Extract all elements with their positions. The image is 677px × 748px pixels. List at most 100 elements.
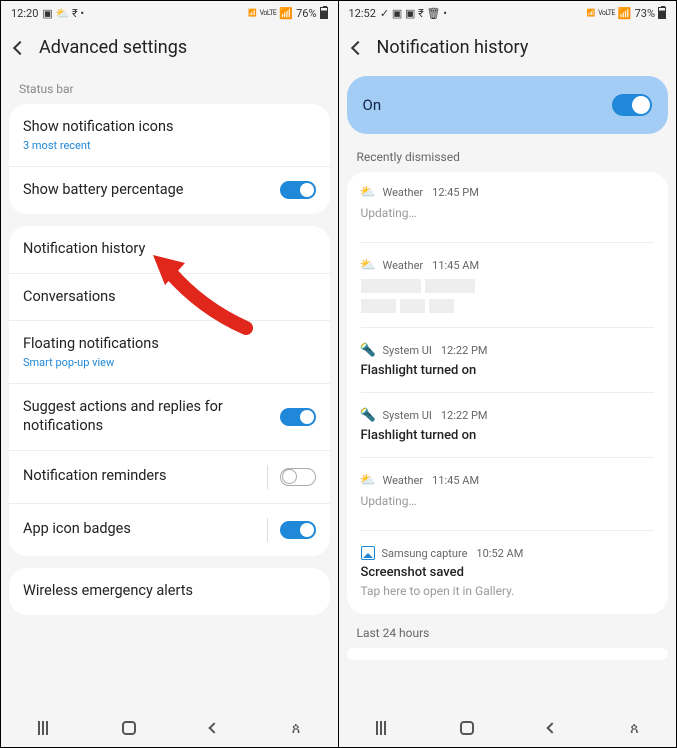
pointer-arrow-icon (151, 253, 261, 343)
row-show-notif-icons[interactable]: Show notification icons 3 most recent (9, 104, 330, 167)
section-recently-dismissed: Recently dismissed (339, 150, 677, 172)
battery-pct: 76% (296, 7, 316, 20)
notif-subtitle: Updating… (361, 200, 655, 228)
row-show-battery-pct[interactable]: Show battery percentage (9, 167, 330, 214)
screen-advanced-settings: 12:20 ▣ ⛅ ₹ • 📶 VoLTE 📶 76% Advanced set… (1, 1, 339, 747)
row-title: Suggest actions and replies for notifica… (23, 398, 243, 436)
nav-bar: ጰ (339, 709, 677, 747)
battery-icon (320, 7, 328, 19)
notif-time: 12:22 PM (441, 344, 488, 357)
row-title: Notification history (23, 240, 145, 259)
section-label-statusbar: Status bar (1, 76, 338, 104)
row-title: Show battery percentage (23, 181, 183, 200)
header: Advanced settings (1, 25, 338, 76)
card-emergency: Wireless emergency alerts (9, 568, 330, 615)
nav-recent-button[interactable] (376, 721, 386, 735)
toggle-app-icon-badges[interactable] (280, 521, 316, 539)
notif-item-weather[interactable]: ⛅ Weather 11:45 AM Updating… (347, 464, 669, 524)
notif-title: Flashlight turned on (361, 428, 655, 443)
toggle-suggest-actions[interactable] (280, 408, 316, 426)
back-icon[interactable] (350, 40, 364, 54)
notif-time: 12:45 PM (432, 186, 479, 199)
weather-icon: ⛅ (361, 473, 376, 488)
notif-app: System UI (383, 409, 432, 422)
signal-icon: 📶 (618, 7, 632, 20)
divider (361, 392, 655, 393)
weather-icon: ⛅ (361, 258, 376, 273)
notif-app: Weather (383, 474, 424, 487)
notif-subtitle: Tap here to open it in Gallery. (361, 584, 655, 598)
screen-notification-history: 12:52 ✓ ▣ ▣ ₹ 🗑 • 📶 VoLTE 📶 73% Notifica… (339, 1, 677, 747)
notif-title: Flashlight turned on (361, 363, 655, 378)
nav-home-button[interactable] (460, 721, 474, 735)
notif-subtitle: Updating… (361, 488, 655, 516)
notif-time: 11:45 AM (432, 259, 479, 272)
notif-time: 12:22 PM (441, 409, 488, 422)
on-label: On (363, 96, 382, 114)
toggle-history-on[interactable] (612, 94, 652, 116)
header: Notification history (339, 25, 677, 76)
notif-item-weather[interactable]: ⛅ Weather 11:45 AM (347, 249, 669, 321)
notif-item-samsung-capture[interactable]: Samsung capture 10:52 AM Screenshot save… (347, 537, 669, 606)
redacted-content (361, 279, 655, 293)
flashlight-icon: 🔦 (361, 408, 376, 423)
row-app-icon-badges[interactable]: App icon badges (9, 504, 330, 556)
row-wireless-emergency[interactable]: Wireless emergency alerts (9, 568, 330, 615)
notif-app: Samsung capture (382, 547, 468, 560)
weather-icon: ⛅ (361, 185, 376, 200)
notif-title: Screenshot saved (361, 565, 655, 580)
toggle-notif-reminders[interactable] (280, 468, 316, 486)
status-time: 12:20 (11, 7, 38, 20)
page-title: Notification history (377, 37, 529, 58)
notif-item-systemui[interactable]: 🔦 System UI 12:22 PM Flashlight turned o… (347, 399, 669, 451)
battery-pct: 73% (635, 7, 655, 20)
wifi-icon: 📶 (587, 10, 595, 17)
page-title: Advanced settings (39, 37, 187, 58)
nav-accessibility-button[interactable]: ጰ (292, 719, 301, 737)
notif-item-systemui[interactable]: 🔦 System UI 12:22 PM Flashlight turned o… (347, 334, 669, 386)
nav-home-button[interactable] (122, 721, 136, 735)
notif-app: Weather (383, 186, 424, 199)
row-title: Notification reminders (23, 467, 167, 486)
status-bar: 12:52 ✓ ▣ ▣ ₹ 🗑 • 📶 VoLTE 📶 73% (339, 1, 677, 25)
row-suggest-actions[interactable]: Suggest actions and replies for notifica… (9, 384, 330, 451)
battery-icon (658, 7, 666, 19)
row-title: Wireless emergency alerts (23, 582, 193, 601)
wifi-icon: 📶 (248, 10, 256, 17)
back-icon[interactable] (13, 40, 27, 54)
row-title: Floating notifications (23, 335, 159, 354)
status-icon: ▣ ⛅ ₹ • (42, 7, 84, 20)
nav-back-button[interactable] (208, 722, 219, 733)
toggle-battery-pct[interactable] (280, 181, 316, 199)
nav-bar: ጰ (1, 709, 338, 747)
card-recently-dismissed: ⛅ Weather 12:45 PM Updating… ⛅ Weather 1… (347, 172, 669, 614)
card-last-24h (347, 648, 669, 660)
divider (361, 457, 655, 458)
row-notification-reminders[interactable]: Notification reminders (9, 451, 330, 504)
status-time: 12:52 (349, 7, 376, 20)
notif-app: System UI (383, 344, 432, 357)
notif-item-weather[interactable]: ⛅ Weather 12:45 PM Updating… (347, 176, 669, 236)
on-banner[interactable]: On (347, 76, 669, 134)
notif-time: 10:52 AM (476, 547, 523, 560)
nav-back-button[interactable] (546, 722, 557, 733)
row-title: App icon badges (23, 520, 131, 539)
card-statusbar: Show notification icons 3 most recent Sh… (9, 104, 330, 214)
divider (361, 242, 655, 243)
section-last-24h: Last 24 hours (339, 626, 677, 648)
flashlight-icon: 🔦 (361, 343, 376, 358)
nav-recent-button[interactable] (38, 721, 48, 735)
row-title: Conversations (23, 288, 116, 307)
notif-app: Weather (383, 259, 424, 272)
nav-accessibility-button[interactable]: ጰ (630, 719, 639, 737)
redacted-content (361, 299, 655, 313)
status-icon: ✓ ▣ ▣ ₹ 🗑 • (380, 7, 447, 20)
row-title: Show notification icons (23, 118, 173, 137)
status-bar: 12:20 ▣ ⛅ ₹ • 📶 VoLTE 📶 76% (1, 1, 338, 25)
divider (361, 327, 655, 328)
capture-icon (361, 546, 375, 560)
notif-time: 11:45 AM (432, 474, 479, 487)
signal-icon: 📶 (279, 7, 293, 20)
divider (361, 530, 655, 531)
row-subtitle: Smart pop-up view (23, 356, 159, 369)
